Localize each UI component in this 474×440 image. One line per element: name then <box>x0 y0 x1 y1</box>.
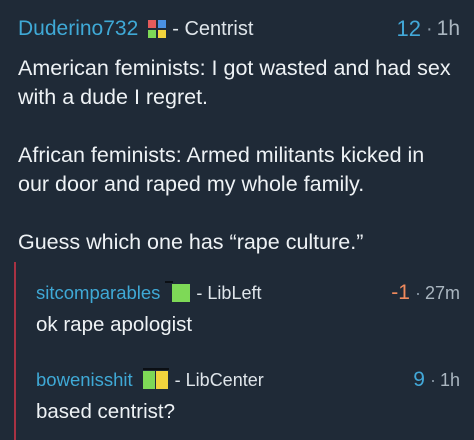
comment-age: 1h <box>436 17 460 40</box>
comment-author[interactable]: sitcomparables <box>36 282 160 304</box>
comment-author[interactable]: bowenisshit <box>36 369 133 391</box>
comment-score: 9 <box>413 368 425 391</box>
separator-dot: · <box>429 369 436 390</box>
comment-bowenisshit: bowenisshit - LibCenter 9 · 1h based cen… <box>0 366 474 426</box>
flair-label: - Centrist <box>172 17 254 40</box>
comment-paragraph: Guess which one has “rape culture.” <box>18 230 364 254</box>
comment-paragraph: ok rape apologist <box>36 313 193 336</box>
score-age: -1 · 27m <box>391 281 460 305</box>
separator-dot: · <box>414 282 421 303</box>
comment-duderino732: Duderino732 - Centrist 12 · 1h American … <box>0 14 474 257</box>
comment-sitcomparables: sitcomparables - LibLeft -1 · 27m ok rap… <box>0 279 474 339</box>
comment-body: based centrist? <box>0 398 474 426</box>
comment-age: 1h <box>439 369 460 390</box>
centrist-flair-icon <box>148 20 167 38</box>
comment-body: American feminists: I got wasted and had… <box>0 54 474 257</box>
comment-age: 27m <box>424 282 460 303</box>
comment-paragraph: based centrist? <box>36 400 176 423</box>
score-age: 9 · 1h <box>413 368 460 392</box>
flair-label: - LibCenter <box>174 369 264 390</box>
libcenter-flair-icon <box>142 368 169 389</box>
comment-score: -1 <box>391 281 410 304</box>
flair-label: - LibLeft <box>196 282 262 303</box>
comment-paragraph: American feminists: I got wasted and had… <box>18 56 451 109</box>
comment-header: sitcomparables - LibLeft -1 · 27m <box>0 279 474 307</box>
libleft-flair-icon <box>165 281 191 302</box>
comment-header: Duderino732 - Centrist 12 · 1h <box>0 14 474 44</box>
comment-score: 12 <box>396 16 421 41</box>
separator-dot: · <box>425 17 433 40</box>
comment-body: ok rape apologist <box>0 311 474 339</box>
score-age: 12 · 1h <box>396 16 460 42</box>
comment-header: bowenisshit - LibCenter 9 · 1h <box>0 366 474 394</box>
comment-author[interactable]: Duderino732 <box>18 17 138 41</box>
comment-paragraph: African feminists: Armed militants kicke… <box>18 143 425 196</box>
